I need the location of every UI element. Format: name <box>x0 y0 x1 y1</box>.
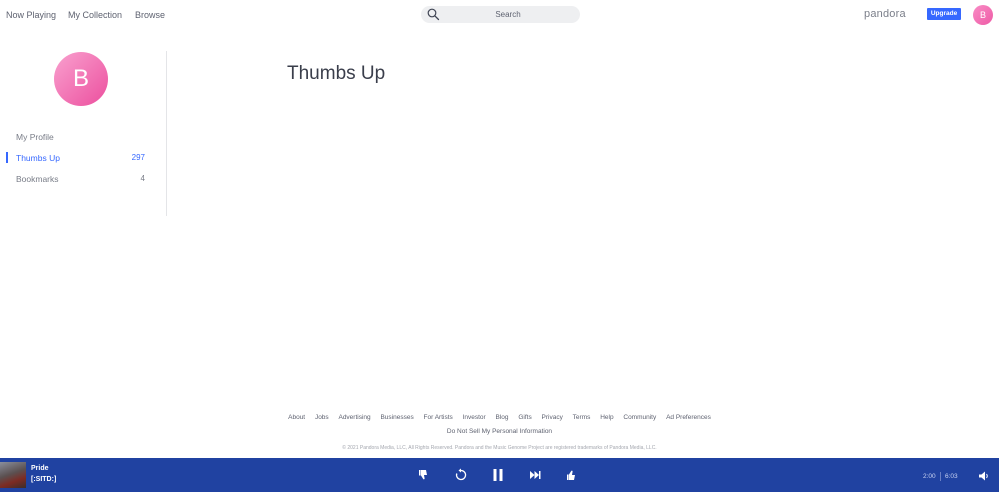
sidebar-item-count: 4 <box>140 174 145 183</box>
track-duration: 6:03 <box>945 473 958 480</box>
player-bar: Pride [:SITD:] 2:00 6:03 <box>0 458 999 492</box>
track-title[interactable]: Pride <box>31 465 49 472</box>
track-artist[interactable]: [:SITD:] <box>31 476 56 483</box>
top-nav: Now Playing My Collection Browse pandora… <box>0 0 999 30</box>
page-title: Thumbs Up <box>287 63 386 84</box>
elapsed-time: 2:00 <box>923 473 936 480</box>
footer-link-privacy[interactable]: Privacy <box>542 414 563 421</box>
footer-link-investor[interactable]: Investor <box>463 414 486 421</box>
sidebar-item-label: Bookmarks <box>16 174 59 184</box>
search-input[interactable] <box>443 6 573 23</box>
nav-now-playing[interactable]: Now Playing <box>6 10 56 20</box>
sidebar-item-thumbs-up[interactable]: Thumbs Up 297 <box>0 152 150 167</box>
album-art[interactable] <box>0 462 26 488</box>
sidebar-item-label: My Profile <box>16 132 54 142</box>
footer-links: About Jobs Advertising Businesses For Ar… <box>0 414 999 421</box>
sidebar-item-label: Thumbs Up <box>16 153 60 163</box>
volume-icon[interactable] <box>978 470 990 482</box>
footer-link-help[interactable]: Help <box>600 414 613 421</box>
skip-icon[interactable] <box>527 467 543 483</box>
footer-do-not-sell-link[interactable]: Do Not Sell My Personal Information <box>0 428 999 435</box>
footer-link-terms[interactable]: Terms <box>573 414 591 421</box>
sidebar-item-count: 297 <box>131 153 145 162</box>
sidebar-divider <box>166 51 167 216</box>
sidebar-item-bookmarks[interactable]: Bookmarks 4 <box>0 174 150 188</box>
pandora-logo[interactable]: pandora <box>864 8 906 20</box>
footer-link-jobs[interactable]: Jobs <box>315 414 329 421</box>
time-divider <box>940 472 941 481</box>
thumbs-down-icon[interactable] <box>416 467 432 483</box>
upgrade-button[interactable]: Upgrade <box>927 8 961 20</box>
footer-link-ad-preferences[interactable]: Ad Preferences <box>666 414 711 421</box>
search-icon <box>427 8 440 21</box>
sidebar-item-my-profile[interactable]: My Profile <box>0 132 150 146</box>
thumbs-up-icon[interactable] <box>564 467 580 483</box>
pause-icon[interactable] <box>490 467 506 483</box>
nav-my-collection[interactable]: My Collection <box>68 10 122 20</box>
nav-browse[interactable]: Browse <box>135 10 165 20</box>
footer-link-advertising[interactable]: Advertising <box>338 414 370 421</box>
footer-link-businesses[interactable]: Businesses <box>380 414 413 421</box>
footer-link-gifts[interactable]: Gifts <box>518 414 531 421</box>
profile-avatar-large: B <box>54 52 108 106</box>
profile-avatar[interactable]: B <box>973 5 993 25</box>
footer-link-blog[interactable]: Blog <box>496 414 509 421</box>
active-indicator <box>6 152 8 163</box>
search-bar[interactable] <box>421 6 580 23</box>
footer-link-community[interactable]: Community <box>623 414 656 421</box>
footer-link-for-artists[interactable]: For Artists <box>424 414 453 421</box>
footer-copyright: © 2021 Pandora Media, LLC, All Rights Re… <box>342 445 657 451</box>
footer-link-about[interactable]: About <box>288 414 305 421</box>
replay-icon[interactable] <box>453 467 469 483</box>
